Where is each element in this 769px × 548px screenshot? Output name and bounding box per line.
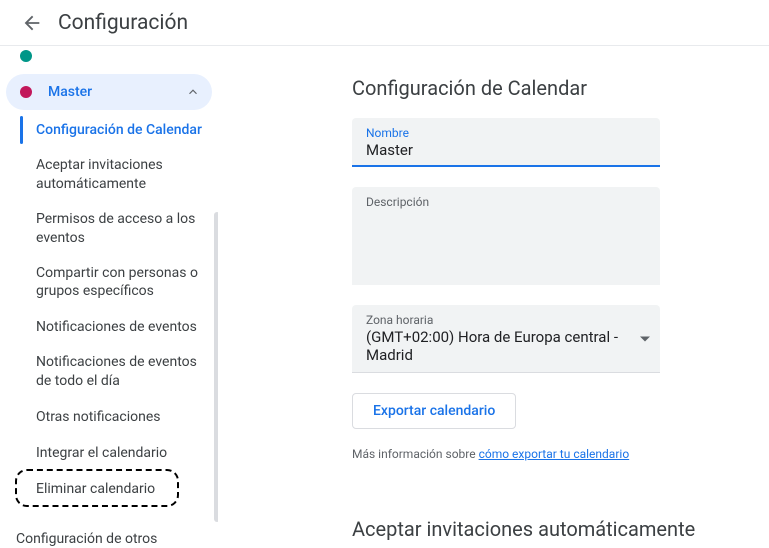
calendar-color-dot bbox=[20, 50, 32, 62]
description-value bbox=[366, 210, 646, 228]
subnav-auto-accept[interactable]: Aceptar invitaciones automáticamente bbox=[6, 148, 212, 202]
subnav-allday-notifications[interactable]: Notificaciones de eventos de todo el día bbox=[6, 345, 212, 399]
caret-down-icon bbox=[640, 336, 650, 341]
description-label: Descripción bbox=[366, 195, 646, 209]
sidebar-item-label: Master bbox=[48, 84, 186, 100]
sidebar-item-birthdays[interactable] bbox=[6, 46, 212, 66]
section-title-calendar-config: Configuración de Calendar bbox=[352, 76, 769, 100]
chevron-up-icon bbox=[186, 85, 200, 99]
sidebar-item-master[interactable]: Master bbox=[6, 74, 212, 110]
settings-sidebar: Master Configuración de Calendar Aceptar… bbox=[0, 46, 218, 548]
subnav-other-notifications[interactable]: Otras notificaciones bbox=[6, 399, 212, 435]
subnav-access-permissions[interactable]: Permisos de acceso a los eventos bbox=[6, 202, 212, 256]
settings-header: Configuración bbox=[0, 0, 769, 46]
subnav-delete-calendar[interactable]: Eliminar calendario bbox=[6, 471, 212, 507]
page-title: Configuración bbox=[58, 11, 188, 35]
calendar-color-dot bbox=[20, 86, 32, 98]
subnav-share-people[interactable]: Compartir con personas o grupos específi… bbox=[6, 256, 212, 310]
subnav-integrate-calendar[interactable]: Integrar el calendario bbox=[6, 435, 212, 471]
timezone-value: (GMT+02:00) Hora de Europa central - Mad… bbox=[366, 328, 626, 364]
section-title-auto-accept: Aceptar invitaciones automáticamente bbox=[352, 517, 769, 541]
sidebar-section-other-calendars: Configuración de otros calendarios bbox=[6, 507, 212, 548]
timezone-select[interactable]: Zona horaria (GMT+02:00) Hora de Europa … bbox=[352, 305, 660, 373]
name-field[interactable]: Nombre Master bbox=[352, 118, 660, 167]
name-value: Master bbox=[366, 141, 646, 159]
subnav-calendar-config[interactable]: Configuración de Calendar bbox=[6, 112, 212, 148]
export-help-link[interactable]: cómo exportar tu calendario bbox=[479, 447, 630, 461]
arrow-left-icon bbox=[21, 12, 43, 34]
export-moreinfo: Más información sobre cómo exportar tu c… bbox=[352, 447, 769, 461]
timezone-label: Zona horaria bbox=[366, 313, 626, 327]
name-label: Nombre bbox=[366, 126, 646, 140]
description-field[interactable]: Descripción bbox=[352, 187, 660, 285]
export-calendar-button[interactable]: Exportar calendario bbox=[352, 393, 516, 429]
subnav-event-notifications[interactable]: Notificaciones de eventos bbox=[6, 309, 212, 345]
back-button[interactable] bbox=[12, 3, 52, 43]
sidebar-subnav: Configuración de Calendar Aceptar invita… bbox=[6, 112, 212, 507]
settings-main: Configuración de Calendar Nombre Master … bbox=[218, 46, 769, 548]
scrollbar-thumb[interactable] bbox=[214, 212, 218, 522]
